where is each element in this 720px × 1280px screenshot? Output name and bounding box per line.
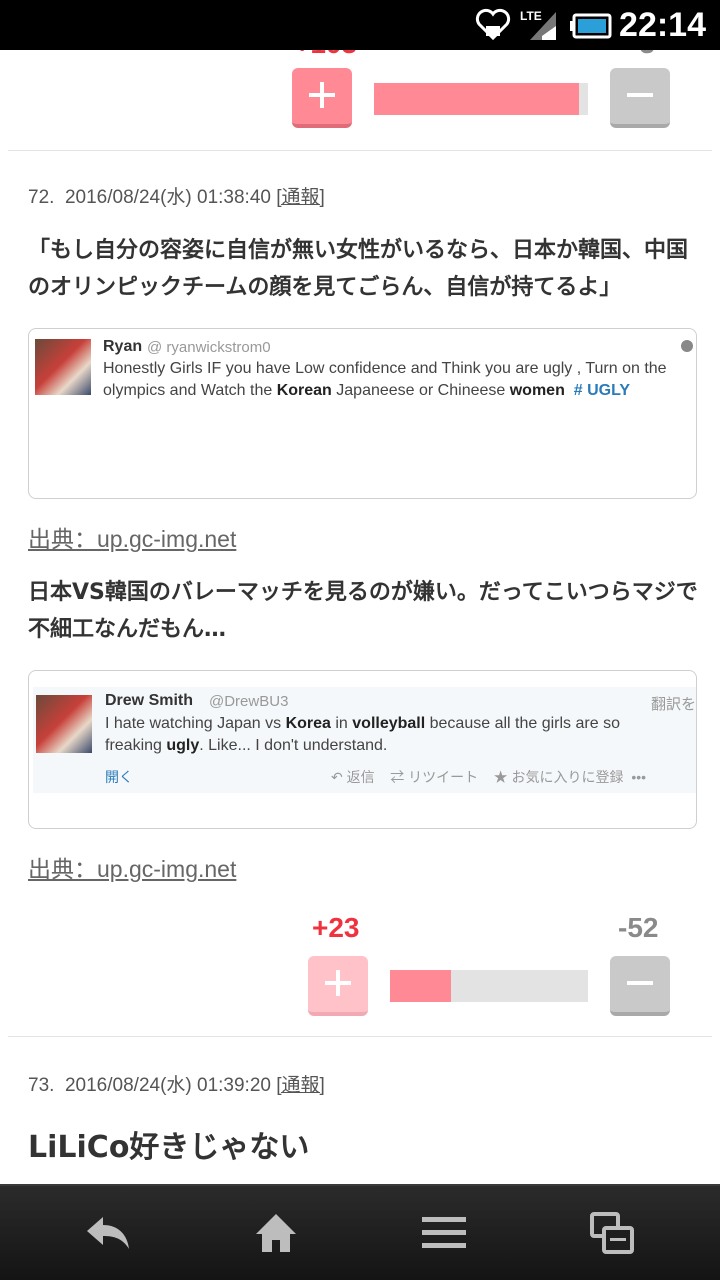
tweet-embed[interactable]: Ryan @ ryanwickstrom0 Honestly Girls IF … bbox=[28, 328, 697, 499]
vote-ratio-fill bbox=[390, 970, 452, 1002]
minus-vote-button[interactable] bbox=[610, 956, 670, 1016]
tweet-keyword: Korea bbox=[285, 715, 331, 732]
source-link[interactable]: 出典：up.gc-img.net bbox=[28, 520, 236, 554]
comment-list[interactable]: +103 -3 72. 2016/08/24(水) 01:38:40 [通報] … bbox=[0, 50, 720, 1184]
comment-text: 日本VS韓国のバレーマッチを見るのが嫌い。だってこいつらマジで不細工なんだもん… bbox=[28, 580, 698, 642]
comment-meta: 73. 2016/08/24(水) 01:39:20 [通報] bbox=[28, 1070, 325, 1097]
tweet-hashtag[interactable]: # UGLY bbox=[574, 382, 630, 399]
tweet-author-name: Drew Smith bbox=[105, 692, 194, 709]
comment-datetime: 2016/08/24(水) 01:39:20 bbox=[64, 1075, 271, 1096]
minus-icon bbox=[627, 981, 653, 985]
menu-button[interactable] bbox=[354, 1186, 534, 1280]
tweet-line-part: . Like... I don't understand. bbox=[199, 737, 388, 754]
favorite-action[interactable]: お気に入りに登録 bbox=[512, 769, 624, 785]
reply-icon: ↶ bbox=[331, 769, 343, 785]
report-link[interactable]: [通報] bbox=[276, 1075, 325, 1096]
battery-icon bbox=[570, 13, 612, 39]
translate-link[interactable]: 翻訳を bbox=[651, 693, 696, 714]
status-bar: LTE 22:14 bbox=[0, 0, 720, 50]
network-label: LTE bbox=[520, 9, 542, 23]
avatar bbox=[36, 695, 92, 753]
comment-text: LiLiCo好きじゃない bbox=[28, 1130, 310, 1165]
retweet-icon: ⇄ bbox=[390, 769, 405, 785]
tweet-actions: ↶ 返信 ⇄ リツイート ★ お気に入りに登録 ••• bbox=[331, 767, 646, 787]
bottom-nav bbox=[0, 1184, 720, 1280]
comment-divider bbox=[8, 150, 712, 151]
heart-notification-icon bbox=[475, 8, 511, 41]
more-icon[interactable]: ••• bbox=[631, 769, 646, 785]
tweet-text: Honestly Girls IF you have Low confidenc… bbox=[103, 358, 667, 402]
home-icon bbox=[256, 1214, 296, 1252]
retweet-action[interactable]: リツイート bbox=[408, 769, 478, 785]
comment-datetime: 2016/08/24(水) 01:38:40 bbox=[64, 187, 271, 208]
plus-vote-button[interactable] bbox=[292, 68, 352, 128]
status-time: 22:14 bbox=[619, 6, 706, 44]
tweet-open-link[interactable]: 開く bbox=[105, 767, 133, 787]
comment-meta: 72. 2016/08/24(水) 01:38:40 [通報] bbox=[28, 182, 325, 209]
comment-text: 「もし自分の容姿に自信が無い女性がいるなら、日本か韓国、中国のオリンピックチーム… bbox=[28, 238, 689, 300]
minus-icon bbox=[627, 93, 653, 97]
plus-icon bbox=[309, 82, 335, 108]
plus-count: +103 bbox=[294, 50, 357, 60]
tweet-line-part: olympics and Watch the bbox=[103, 382, 277, 399]
plus-vote-button[interactable] bbox=[308, 956, 368, 1016]
tweet-line-part: I hate watching Japan vs bbox=[105, 715, 286, 732]
vote-ratio-bar bbox=[390, 970, 588, 1002]
source-link[interactable]: 出典：up.gc-img.net bbox=[28, 850, 236, 884]
comment-divider bbox=[8, 1036, 712, 1037]
vote-ratio-bar bbox=[374, 83, 588, 115]
comment-number: 72. bbox=[28, 187, 55, 208]
tweet-line-part: in bbox=[330, 715, 353, 732]
tweet-line: Honestly Girls IF you have Low confidenc… bbox=[103, 360, 667, 377]
plus-icon bbox=[325, 970, 351, 996]
home-button[interactable] bbox=[186, 1186, 366, 1280]
menu-icon bbox=[422, 1217, 466, 1248]
tweet-line-part: Japaneese or Chineese bbox=[331, 382, 510, 399]
plus-count: +23 bbox=[312, 912, 360, 943]
tweet-line-part: freaking bbox=[105, 737, 167, 754]
minus-count: -3 bbox=[630, 50, 655, 60]
tabs-icon bbox=[590, 1212, 634, 1254]
star-icon: ★ bbox=[493, 769, 508, 785]
tweet-keyword: volleyball bbox=[352, 715, 426, 732]
tweet-embed[interactable]: Drew Smith @DrewBU3 翻訳を I hate watching … bbox=[28, 670, 697, 829]
comment-number: 73. bbox=[28, 1075, 55, 1096]
back-arrow-icon bbox=[87, 1217, 129, 1249]
minus-count: -52 bbox=[618, 912, 659, 943]
tweet-line-part: because all the girls are so bbox=[425, 715, 620, 732]
tweet-author-handle: @DrewBU3 bbox=[209, 693, 289, 710]
tweet-keyword: Korean bbox=[276, 382, 332, 399]
tweet-text: I hate watching Japan vs Korea in volley… bbox=[105, 713, 620, 757]
reply-action[interactable]: 返信 bbox=[347, 769, 375, 785]
tweet-keyword: women bbox=[509, 382, 565, 399]
tabs-button[interactable] bbox=[522, 1186, 702, 1280]
back-button[interactable] bbox=[18, 1186, 198, 1280]
tweet-author-handle: @ ryanwickstrom0 bbox=[147, 339, 271, 356]
globe-icon bbox=[681, 340, 693, 352]
avatar bbox=[35, 339, 91, 395]
vote-ratio-fill bbox=[374, 83, 580, 115]
report-link[interactable]: [通報] bbox=[276, 187, 325, 208]
lte-signal-icon: LTE bbox=[520, 9, 556, 40]
tweet-keyword: ugly bbox=[166, 737, 200, 754]
tweet-author-name: Ryan bbox=[103, 338, 143, 355]
minus-vote-button[interactable] bbox=[610, 68, 670, 128]
